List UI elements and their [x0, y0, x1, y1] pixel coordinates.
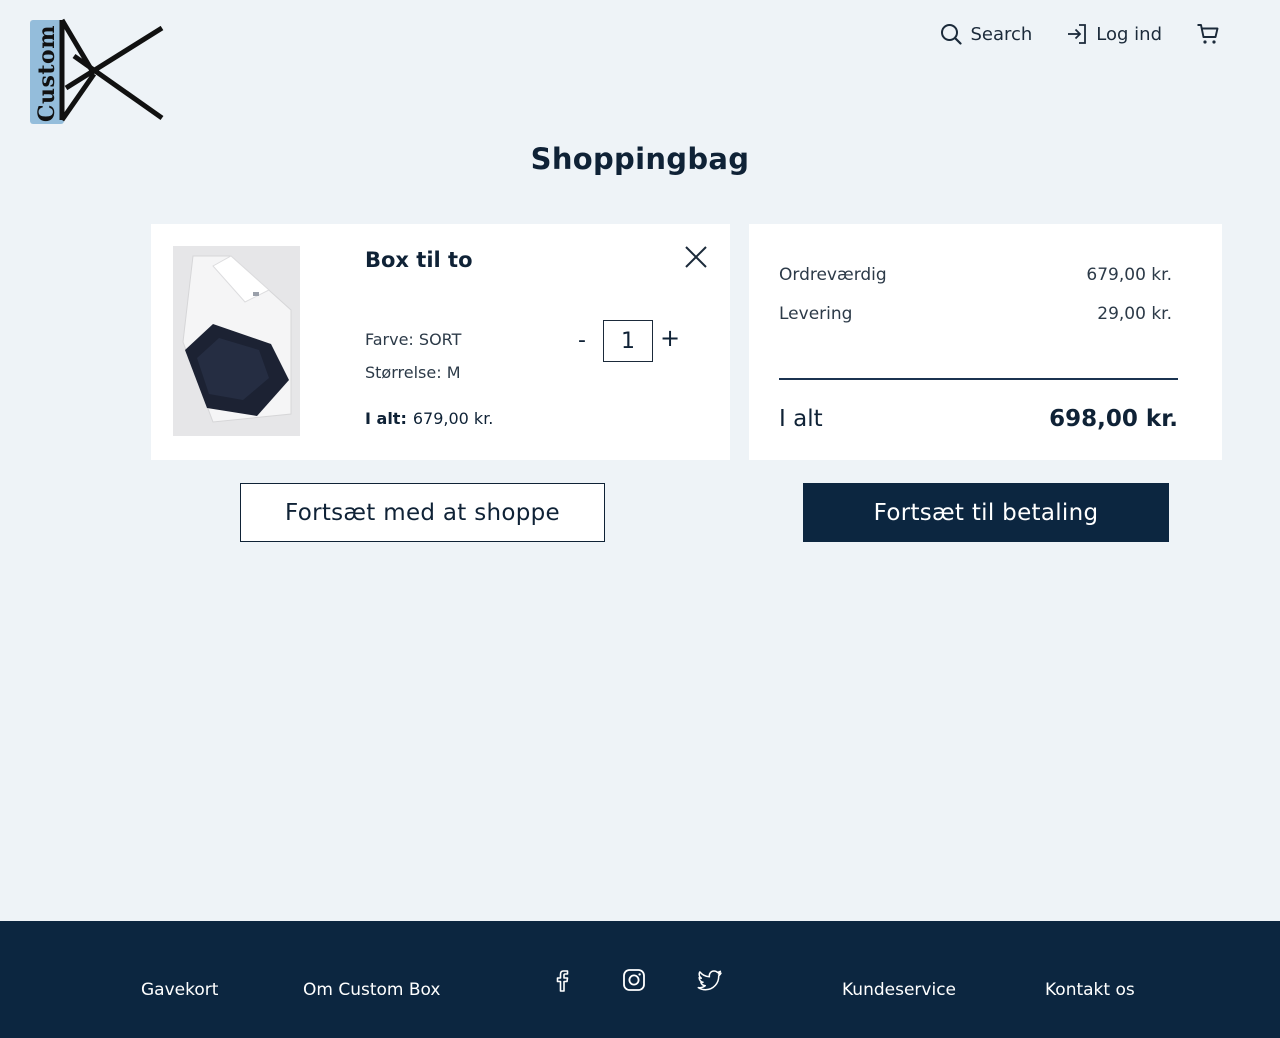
footer-link-about[interactable]: Om Custom Box	[303, 980, 440, 1000]
cart-icon	[1197, 24, 1219, 44]
brand-logo[interactable]: Custom	[28, 18, 168, 124]
order-summary-card: Ordreværdig 679,00 kr. Levering 29,00 kr…	[749, 224, 1222, 460]
site-footer: Gavekort Om Custom Box Kundeservice Kont…	[0, 921, 1280, 1038]
login-icon	[1068, 24, 1087, 44]
delivery-label: Levering	[779, 304, 853, 324]
grand-total-amount: 698,00 kr.	[1049, 406, 1178, 432]
grand-total-label: I alt	[779, 406, 823, 432]
remove-item-button[interactable]	[681, 242, 711, 272]
quantity-decrease-button[interactable]: -	[578, 328, 586, 353]
twitter-icon[interactable]	[697, 970, 723, 996]
quantity-input[interactable]: 1	[603, 320, 653, 362]
product-image	[173, 246, 300, 436]
search-label: Search	[970, 23, 1033, 45]
grand-total-row: I alt 698,00 kr.	[779, 406, 1178, 432]
product-name[interactable]: Box til to	[365, 248, 473, 272]
facebook-icon[interactable]	[552, 968, 574, 998]
delivery-row: Levering 29,00 kr.	[779, 304, 1172, 324]
item-total: I alt: 679,00 kr.	[365, 409, 493, 428]
search-icon	[941, 24, 963, 45]
close-icon	[685, 246, 707, 268]
footer-link-gift-card[interactable]: Gavekort	[141, 980, 218, 1000]
instagram-icon[interactable]	[622, 968, 646, 996]
order-value-amount: 679,00 kr.	[1086, 265, 1172, 285]
search-link[interactable]: Search	[940, 23, 1032, 45]
quantity-increase-button[interactable]: +	[660, 324, 680, 352]
order-value-row: Ordreværdig 679,00 kr.	[779, 265, 1172, 285]
footer-link-contact[interactable]: Kontakt os	[1045, 980, 1135, 1000]
checkout-button[interactable]: Fortsæt til betaling	[803, 483, 1169, 542]
login-label: Log ind	[1096, 23, 1162, 45]
order-value-label: Ordreværdig	[779, 265, 887, 285]
login-link[interactable]: Log ind	[1066, 23, 1162, 45]
top-navigation: Search Log ind	[940, 22, 1220, 46]
page-title: Shoppingbag	[530, 142, 750, 176]
delivery-amount: 29,00 kr.	[1097, 304, 1172, 324]
continue-shopping-button[interactable]: Fortsæt med at shoppe	[240, 483, 605, 542]
item-total-label: I alt:	[365, 409, 407, 428]
logo-mark-icon	[59, 18, 164, 122]
footer-link-customer-service[interactable]: Kundeservice	[842, 980, 956, 1000]
cart-button[interactable]	[1196, 22, 1220, 46]
summary-divider	[779, 378, 1178, 380]
cart-item-card: Box til to Farve: SORT Størrelse: M I al…	[151, 224, 730, 460]
item-total-value: 679,00 kr.	[412, 409, 494, 428]
product-color: Farve: SORT	[365, 330, 462, 349]
product-size: Størrelse: M	[365, 363, 461, 382]
